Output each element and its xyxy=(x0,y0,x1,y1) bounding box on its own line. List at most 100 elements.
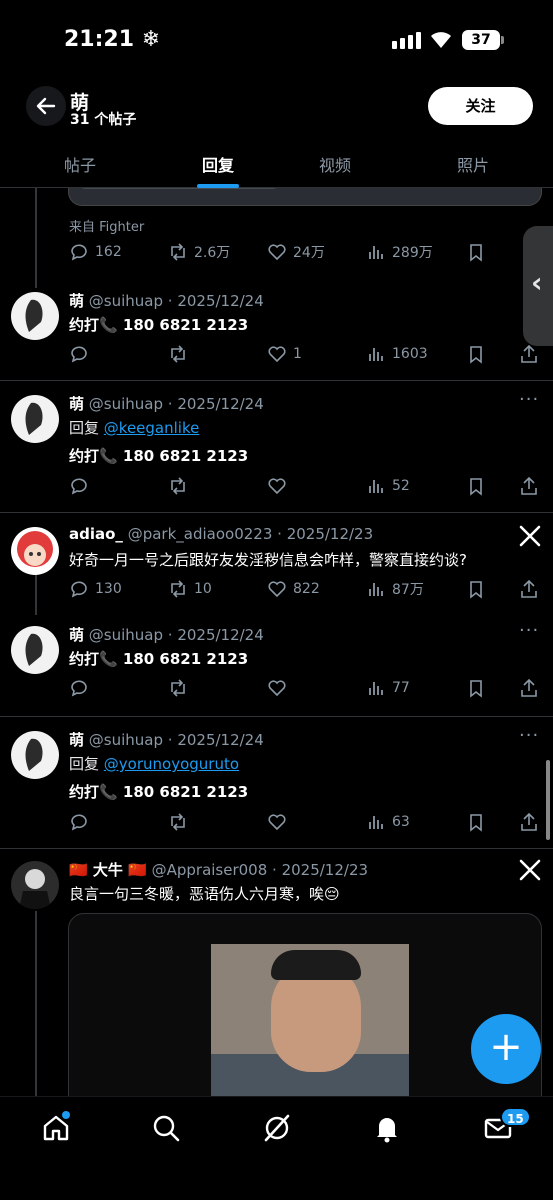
avatar[interactable] xyxy=(11,731,59,779)
views-button[interactable]: 77 xyxy=(366,678,410,698)
post-actions: 63 xyxy=(69,812,541,836)
grok-icon xyxy=(264,1114,290,1142)
display-name[interactable]: 萌 xyxy=(69,395,84,413)
post-actions: 162 2.6万 24万 289万 xyxy=(69,242,541,266)
views-button[interactable]: 87万 xyxy=(366,579,424,599)
bookmark-button[interactable] xyxy=(466,242,486,262)
display-name[interactable]: 萌 xyxy=(69,626,84,644)
repost-button[interactable] xyxy=(168,678,188,698)
post-header: 萌 @suihuap · 2025/12/24 xyxy=(69,393,264,414)
post-media[interactable] xyxy=(68,188,542,206)
follow-button[interactable]: 关注 xyxy=(428,87,533,125)
tab-posts[interactable]: 帖子 xyxy=(64,152,96,176)
repost-button[interactable]: 2.6万 xyxy=(168,242,230,262)
views-button[interactable]: 289万 xyxy=(366,242,433,262)
views-button[interactable]: 63 xyxy=(366,812,410,832)
nav-home[interactable] xyxy=(41,1111,71,1143)
bookmark-button[interactable] xyxy=(466,476,486,496)
post-card[interactable]: 萌 @suihuap · 2025/12/24 ··· 约打📞 180 6821… xyxy=(0,614,553,716)
display-name[interactable]: 🇨🇳 大牛 🇨🇳 xyxy=(69,861,147,879)
scrollbar[interactable] xyxy=(546,760,550,840)
video-card[interactable] xyxy=(68,913,542,1096)
reply-icon xyxy=(71,346,87,363)
like-button[interactable]: 822 xyxy=(267,579,320,599)
reply-context: 回复 @yorunoyoguruto xyxy=(69,753,239,774)
repost-button[interactable] xyxy=(168,344,188,364)
avatar[interactable] xyxy=(11,527,59,575)
wifi-icon xyxy=(431,32,451,48)
post-card[interactable]: 萌 @suihuap · 2025/12/24 ··· 回复 @yorunoyo… xyxy=(0,716,553,848)
post-card[interactable]: adiao_ @park_adiaoo0223 · 2025/12/23 好奇一… xyxy=(0,512,553,615)
reply-button[interactable] xyxy=(69,476,89,496)
search-icon xyxy=(153,1115,180,1142)
post-text: 约打📞 180 6821 2123 xyxy=(69,447,249,465)
display-name[interactable]: 萌 xyxy=(69,731,84,749)
reply-button[interactable]: 162 xyxy=(69,242,122,262)
display-name[interactable]: 萌 xyxy=(69,292,84,310)
side-panel-handle[interactable]: ‹ xyxy=(523,226,553,346)
handle-and-date: @suihuap · 2025/12/24 xyxy=(88,626,264,644)
reply-button[interactable] xyxy=(69,812,89,832)
share-button[interactable] xyxy=(519,476,539,496)
bookmark-button[interactable] xyxy=(466,579,486,599)
post-card[interactable]: 🇨🇳 大牛 🇨🇳 @Appraiser008 · 2025/12/23 良言一句… xyxy=(0,848,553,1096)
tab-videos[interactable]: 视频 xyxy=(319,152,351,176)
video-thumbnail[interactable] xyxy=(211,944,409,1096)
post-actions: 1 1603 xyxy=(69,344,541,368)
post-card[interactable]: 萌 @suihuap · 2025/12/24 ··· 回复 @keeganli… xyxy=(0,380,553,512)
repost-button[interactable] xyxy=(168,812,188,832)
views-button[interactable]: 1603 xyxy=(366,344,428,364)
x-logo-icon[interactable] xyxy=(519,525,541,547)
repost-icon xyxy=(171,580,185,598)
reply-to-link[interactable]: @keeganlike xyxy=(104,419,200,437)
view-count: 77 xyxy=(392,680,410,696)
bookmark-button[interactable] xyxy=(466,344,486,364)
share-button[interactable] xyxy=(519,344,539,364)
reply-to-link[interactable]: @yorunoyoguruto xyxy=(104,755,239,773)
chevron-left-icon: ‹ xyxy=(531,266,543,299)
more-options-icon[interactable]: ··· xyxy=(519,389,539,410)
reply-count: 162 xyxy=(95,244,122,260)
bookmark-button[interactable] xyxy=(466,812,486,832)
reply-button[interactable] xyxy=(69,678,89,698)
reply-button[interactable] xyxy=(69,344,89,364)
repost-button[interactable] xyxy=(168,476,188,496)
nav-search[interactable] xyxy=(151,1113,181,1143)
x-logo-icon[interactable] xyxy=(519,859,541,881)
reply-button[interactable]: 130 xyxy=(69,579,122,599)
avatar[interactable] xyxy=(11,626,59,674)
share-button[interactable] xyxy=(519,579,539,599)
more-options-icon[interactable]: ··· xyxy=(519,725,539,746)
post-header: 萌 @suihuap · 2025/12/24 xyxy=(69,290,264,311)
views-button[interactable]: 52 xyxy=(366,476,410,496)
like-button[interactable] xyxy=(267,812,287,832)
compose-button[interactable]: + xyxy=(471,1014,541,1084)
heart-icon xyxy=(268,680,286,697)
nav-notifications[interactable] xyxy=(372,1113,402,1143)
post-card[interactable]: 萌 @suihuap · 2025/12/24 约打📞 180 6821 212… xyxy=(0,284,553,380)
more-options-icon[interactable]: ··· xyxy=(519,620,539,641)
bar-chart-icon xyxy=(369,682,383,695)
like-button[interactable] xyxy=(267,678,287,698)
reply-icon xyxy=(71,680,87,697)
bookmark-icon xyxy=(470,814,482,832)
like-button[interactable]: 24万 xyxy=(267,242,325,262)
nav-grok[interactable] xyxy=(262,1113,292,1143)
replies-feed[interactable]: 来自 Fighter 162 2.6万 24万 289万 萌 @suihuap … xyxy=(0,188,553,1096)
tab-replies[interactable]: 回复 xyxy=(202,152,234,176)
heart-icon xyxy=(268,581,286,598)
repost-button[interactable]: 10 xyxy=(168,579,212,599)
avatar[interactable] xyxy=(11,861,59,909)
like-button[interactable] xyxy=(267,476,287,496)
view-count: 1603 xyxy=(392,346,428,362)
share-button[interactable] xyxy=(519,678,539,698)
avatar[interactable] xyxy=(11,292,59,340)
like-button[interactable]: 1 xyxy=(267,344,302,364)
tab-photos[interactable]: 照片 xyxy=(457,152,489,176)
avatar[interactable] xyxy=(11,395,59,443)
bar-chart-icon xyxy=(369,583,383,596)
share-button[interactable] xyxy=(519,812,539,832)
back-button[interactable] xyxy=(26,86,66,126)
display-name[interactable]: adiao_ xyxy=(69,525,123,543)
bookmark-button[interactable] xyxy=(466,678,486,698)
